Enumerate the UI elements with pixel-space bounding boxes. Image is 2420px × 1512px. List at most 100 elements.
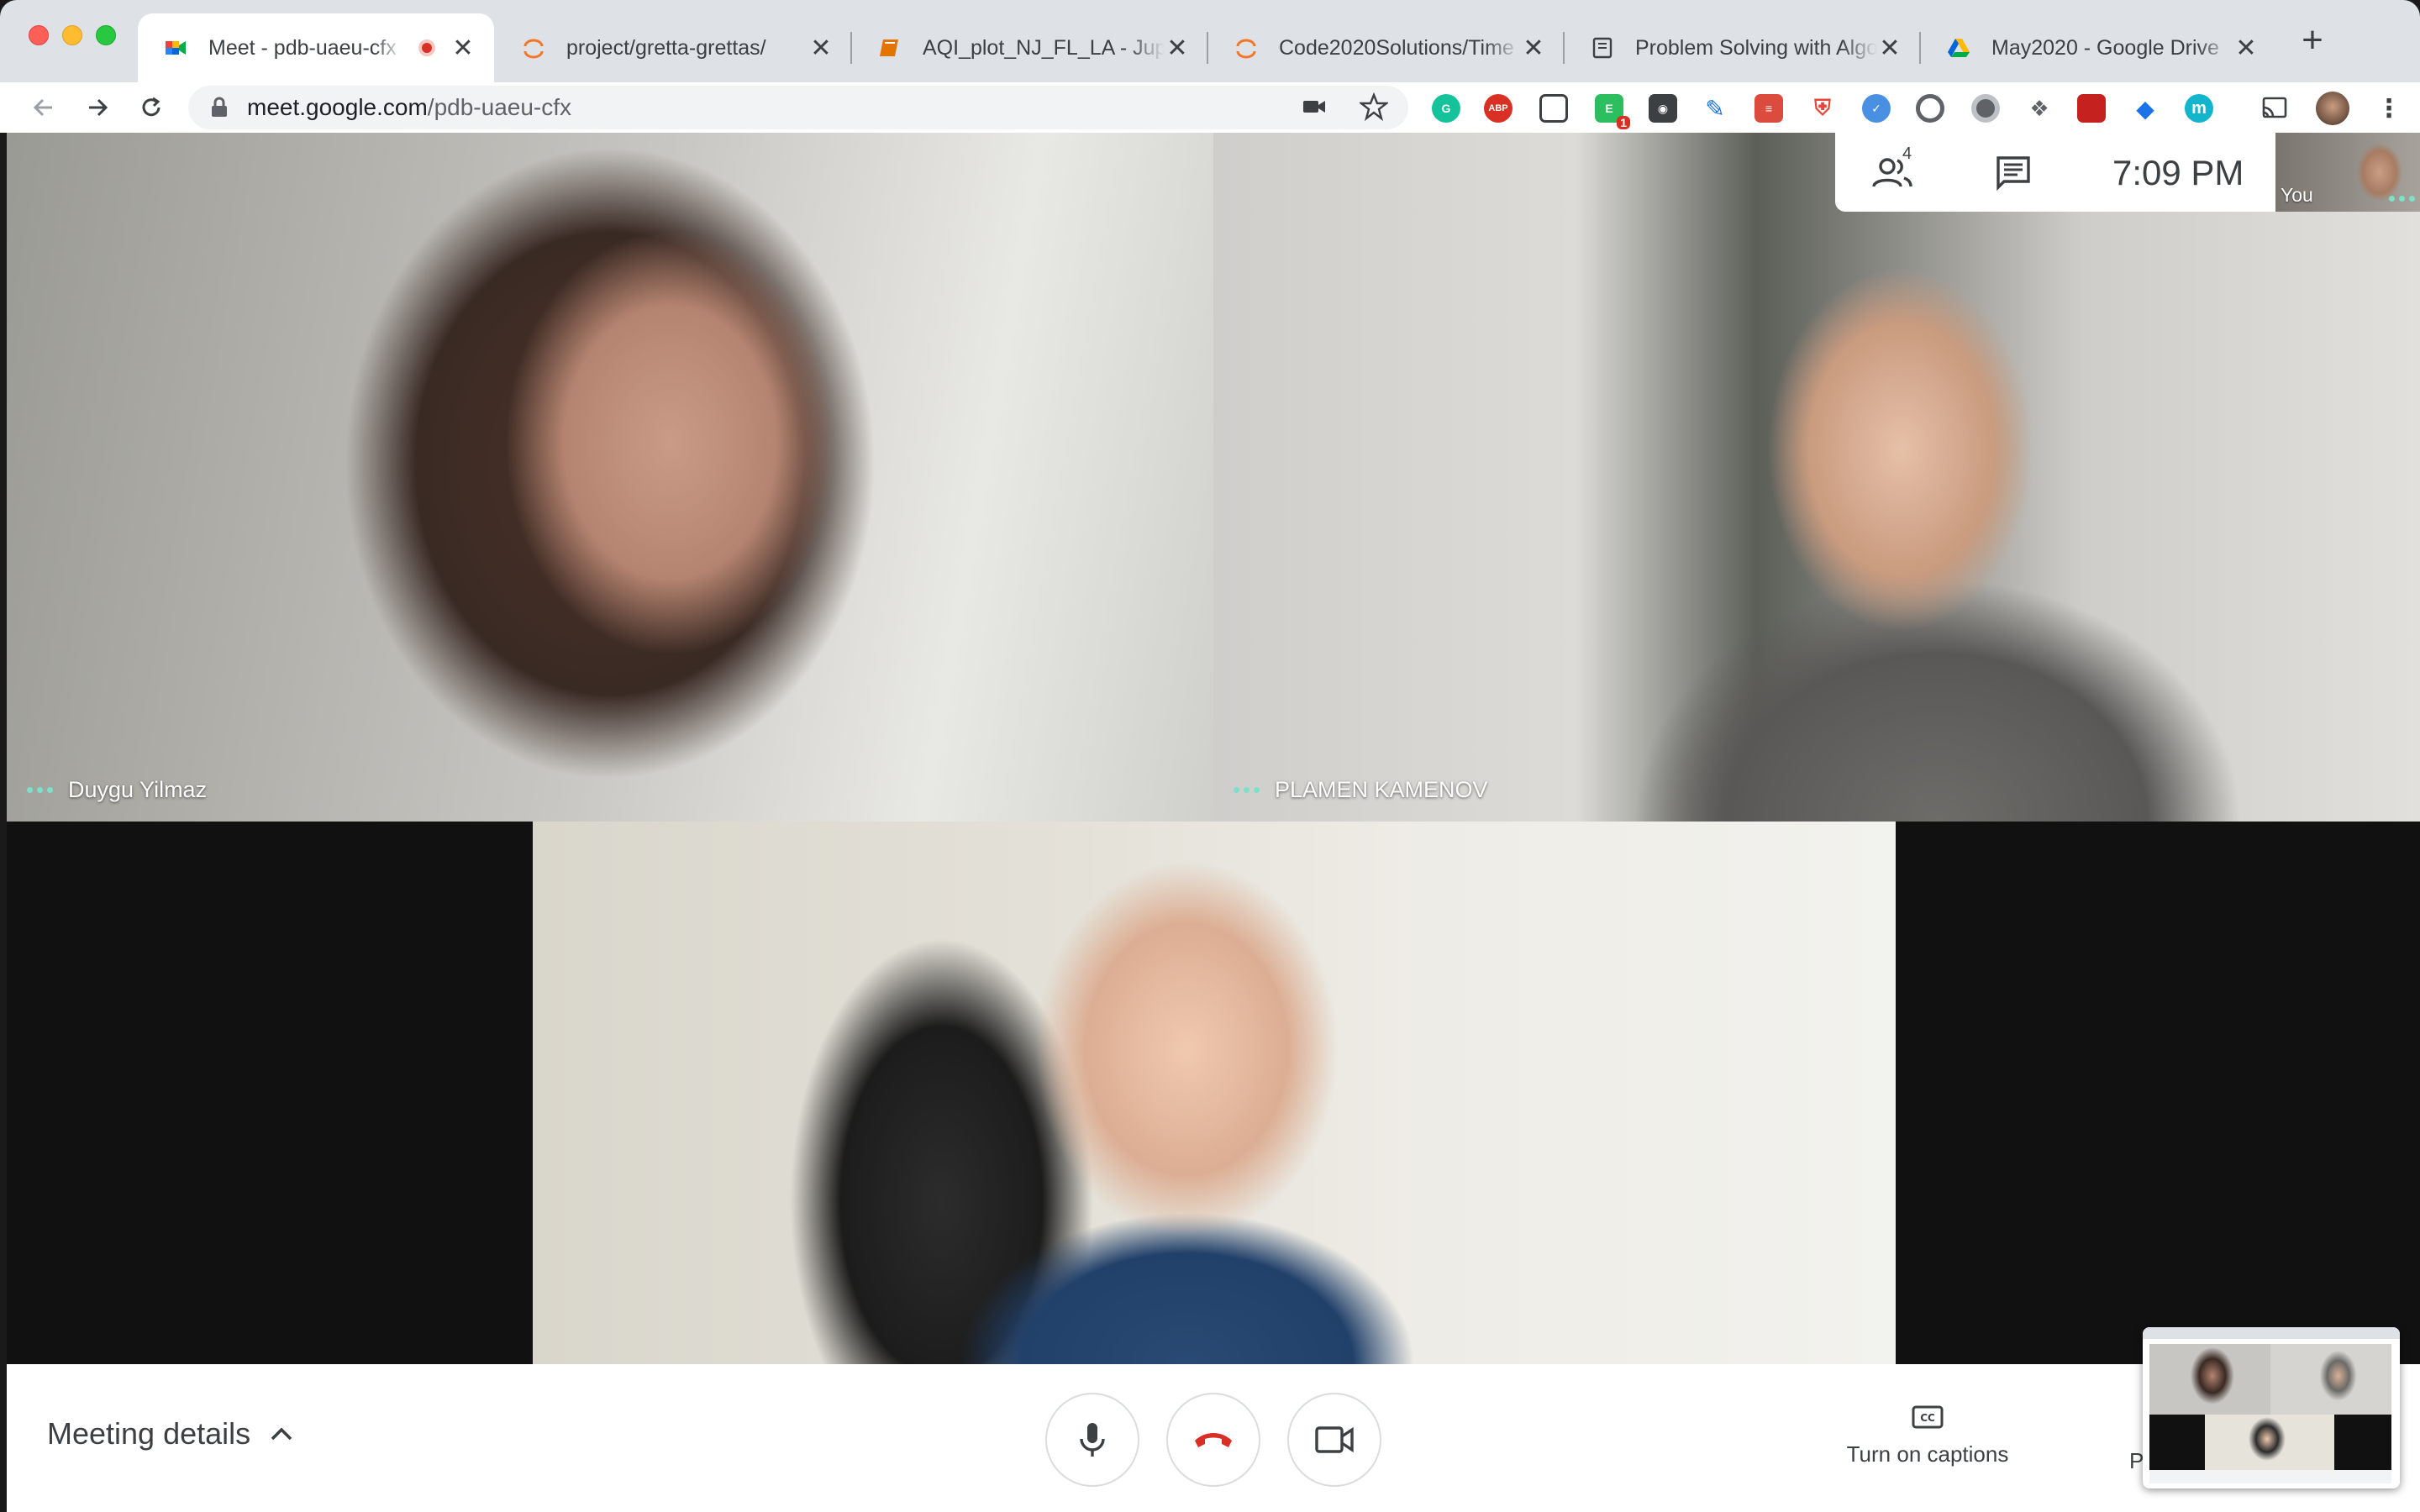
lock-icon bbox=[212, 97, 227, 117]
forward-button[interactable] bbox=[79, 89, 116, 126]
circle-icon[interactable] bbox=[1971, 94, 2000, 123]
browser-tab-strip: Meet - pdb-uaeu-cfx ✕ project/gretta-gre… bbox=[0, 0, 2420, 82]
self-view-tile[interactable]: You bbox=[2275, 133, 2420, 212]
more-vert-icon[interactable]: ⋮ bbox=[2375, 94, 2403, 123]
captions-button[interactable]: CC Turn on captions bbox=[1835, 1404, 2020, 1467]
chat-button[interactable] bbox=[1988, 148, 2039, 198]
browser-toolbar: meet.google.com/pdb-uaeu-cfx G ABP E1 ◉ … bbox=[0, 82, 2420, 133]
people-button[interactable]: 4 bbox=[1869, 144, 1919, 198]
close-tab-icon[interactable]: ✕ bbox=[1877, 34, 1902, 63]
url-path: /pdb-uaeu-cfx bbox=[427, 94, 572, 120]
task-icon[interactable]: ✓ bbox=[1862, 94, 1891, 123]
participant-tile-main[interactable] bbox=[533, 822, 1896, 1364]
close-tab-icon[interactable]: ✕ bbox=[1165, 34, 1190, 63]
recording-indicator-icon bbox=[418, 39, 435, 56]
microphone-icon bbox=[1080, 1423, 1105, 1457]
notebook-icon bbox=[877, 35, 902, 60]
profile-avatar[interactable] bbox=[2316, 92, 2349, 125]
pen-icon[interactable]: ✎ bbox=[1701, 94, 1729, 123]
back-button[interactable] bbox=[25, 89, 62, 126]
participant-nameplate: PLAMEN KAMENOV bbox=[1234, 777, 1488, 803]
dropbox-icon[interactable]: ❖ bbox=[2025, 94, 2054, 123]
arrow-left-icon bbox=[33, 98, 52, 117]
picture-in-picture-window[interactable] bbox=[2143, 1327, 2400, 1488]
cast-icon[interactable] bbox=[2260, 94, 2289, 123]
more-options-icon[interactable] bbox=[1234, 787, 1260, 793]
google-meet-icon bbox=[163, 35, 188, 60]
pocket-icon[interactable] bbox=[1539, 94, 1568, 123]
tab-google-drive[interactable]: May2020 - Google Drive ✕ bbox=[1921, 13, 2277, 82]
meeting-details-label: Meeting details bbox=[47, 1416, 251, 1451]
close-tab-icon[interactable]: ✕ bbox=[450, 34, 476, 63]
todoist-icon[interactable]: ≡ bbox=[1754, 94, 1783, 123]
close-tab-icon[interactable]: ✕ bbox=[808, 34, 834, 63]
people-count: 4 bbox=[1902, 144, 1912, 163]
tab-title: May2020 - Google Drive bbox=[1991, 35, 2219, 60]
tab-title: project/gretta-grettas/ bbox=[566, 35, 766, 60]
graduation-cap-icon[interactable]: ◆ bbox=[2131, 94, 2160, 123]
participant-name: PLAMEN KAMENOV bbox=[1275, 777, 1488, 802]
reload-icon bbox=[142, 97, 160, 117]
closed-captions-icon: CC bbox=[1912, 1405, 1944, 1429]
meeting-clock: 7:09 PM bbox=[2112, 153, 2244, 192]
tab-aqi-notebook[interactable]: AQI_plot_NJ_FL_LA - Jupy ✕ bbox=[852, 13, 1208, 82]
window-close-button[interactable] bbox=[29, 25, 49, 45]
chat-icon bbox=[1996, 156, 2030, 192]
more-options-icon[interactable] bbox=[2389, 196, 2415, 202]
shield-icon[interactable]: ⛨ bbox=[1808, 94, 1837, 123]
meeting-stage: Duygu Yilmaz PLAMEN KAMENOV bbox=[7, 133, 2420, 1364]
window-controls bbox=[29, 25, 116, 45]
bookmark-icon[interactable] bbox=[2077, 94, 2106, 123]
participant-nameplate: Duygu Yilmaz bbox=[27, 777, 207, 803]
tab-jupyter-project[interactable]: project/gretta-grettas/ ✕ bbox=[496, 13, 852, 82]
jupyter-icon bbox=[1234, 35, 1259, 60]
book-icon bbox=[1590, 35, 1615, 60]
present-now-label[interactable]: P bbox=[2129, 1448, 2144, 1474]
participant-tile-plamen[interactable]: PLAMEN KAMENOV bbox=[1213, 133, 2420, 822]
participant-tile-duygu[interactable]: Duygu Yilmaz bbox=[7, 133, 1213, 822]
tab-code2020[interactable]: Code2020Solutions/Time ✕ bbox=[1208, 13, 1565, 82]
arrow-right-icon bbox=[89, 98, 108, 117]
camera-button[interactable] bbox=[1287, 1393, 1381, 1487]
url-text: meet.google.com/pdb-uaeu-cfx bbox=[247, 94, 571, 121]
new-tab-button[interactable]: + bbox=[2296, 22, 2329, 59]
videocam-icon bbox=[1315, 1426, 1354, 1453]
window-minimize-button[interactable] bbox=[62, 25, 82, 45]
pip-tile bbox=[2149, 1415, 2391, 1470]
meeting-details-button[interactable]: Meeting details bbox=[47, 1416, 294, 1452]
more-options-icon[interactable] bbox=[27, 787, 53, 793]
meeting-controls-bar: Meeting details CC Turn on captions P bbox=[7, 1364, 2420, 1512]
tab-title: Problem Solving with Algo bbox=[1635, 35, 1877, 60]
jupyter-icon bbox=[521, 35, 546, 60]
phone-hangup-icon bbox=[1195, 1433, 1232, 1447]
tab-meet[interactable]: Meet - pdb-uaeu-cfx ✕ bbox=[138, 13, 494, 82]
close-tab-icon[interactable]: ✕ bbox=[1521, 34, 1546, 63]
participant-name: Duygu Yilmaz bbox=[68, 777, 208, 802]
svg-text:CC: CC bbox=[1920, 1412, 1935, 1424]
close-tab-icon[interactable]: ✕ bbox=[2233, 34, 2259, 63]
grammarly-icon[interactable]: G bbox=[1432, 94, 1460, 123]
reload-button[interactable] bbox=[133, 89, 170, 126]
pip-controls bbox=[2149, 1470, 2391, 1483]
address-bar[interactable]: meet.google.com/pdb-uaeu-cfx bbox=[188, 86, 1408, 129]
tab-problem-solving[interactable]: Problem Solving with Algo ✕ bbox=[1565, 13, 1921, 82]
extension-badge: 1 bbox=[1617, 116, 1630, 129]
m-icon[interactable]: m bbox=[2185, 94, 2213, 123]
loop-icon[interactable] bbox=[1916, 94, 1944, 123]
end-call-button[interactable] bbox=[1166, 1393, 1260, 1487]
microphone-button[interactable] bbox=[1045, 1393, 1139, 1487]
adblock-plus-icon[interactable]: ABP bbox=[1484, 94, 1512, 123]
window-maximize-button[interactable] bbox=[96, 25, 116, 45]
self-view-label: You bbox=[2281, 184, 2313, 206]
star-icon[interactable] bbox=[1360, 92, 1388, 121]
google-drive-icon bbox=[1946, 35, 1971, 60]
meeting-info-panel: 4 7:09 PM bbox=[1835, 133, 2275, 212]
url-host: meet.google.com bbox=[247, 94, 428, 120]
pip-tile bbox=[2270, 1344, 2391, 1415]
tab-title: Code2020Solutions/Time bbox=[1279, 35, 1514, 60]
camera-in-use-icon[interactable] bbox=[1301, 93, 1328, 120]
chevron-up-icon bbox=[271, 1427, 292, 1441]
lastpass-icon[interactable]: ◉ bbox=[1649, 94, 1677, 123]
tab-title: Meet - pdb-uaeu-cfx bbox=[208, 35, 397, 60]
evernote-icon[interactable]: E1 bbox=[1595, 94, 1630, 129]
